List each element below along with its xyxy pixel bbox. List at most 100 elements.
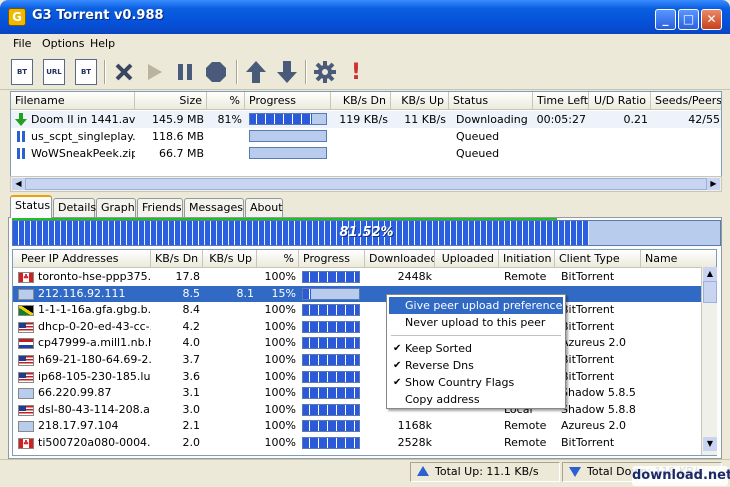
add-torrent-file-button[interactable]: BT xyxy=(8,58,36,86)
torrent-time-left: 00:05:27 xyxy=(536,113,586,126)
column-header[interactable]: KB/s Up xyxy=(203,250,257,268)
menu-options[interactable]: Options xyxy=(42,37,84,50)
column-header[interactable]: Progress xyxy=(299,250,365,268)
vertical-scrollbar[interactable]: ▲ ▼ xyxy=(701,267,717,455)
peer-dn-speed: 3.6 xyxy=(182,369,201,383)
peer-ip: 1-1-1-16a.gfa.gbg.b... xyxy=(38,303,151,317)
peer-percent: 100% xyxy=(264,270,296,283)
move-up-button[interactable] xyxy=(242,58,270,86)
torrent-size: 118.6 MB xyxy=(151,130,204,143)
add-torrent-url-button[interactable]: URL xyxy=(40,58,68,86)
menu-help[interactable]: Help xyxy=(90,37,115,50)
peer-row[interactable]: dhcp-0-20-ed-43-cc-... 4.2 100% BitTorrent xyxy=(13,319,703,335)
column-header[interactable]: Uploaded xyxy=(435,250,499,268)
scroll-thumb[interactable] xyxy=(25,178,707,190)
scroll-right-icon[interactable]: ▶ xyxy=(707,178,720,190)
info-button[interactable]: ! xyxy=(342,58,370,86)
torrent-filename: us_scpt_singleplay... xyxy=(31,130,135,143)
torrent-progress-bar xyxy=(249,130,327,142)
tab-status[interactable]: Status xyxy=(10,195,52,218)
pause-button[interactable] xyxy=(171,58,199,86)
tab-messages[interactable]: Messages xyxy=(184,198,244,217)
peer-up-speed xyxy=(203,385,257,401)
peer-progress-bar xyxy=(302,304,360,317)
scroll-thumb[interactable] xyxy=(703,281,717,303)
column-header[interactable]: % xyxy=(207,92,245,110)
peer-row[interactable]: h69-21-180-64.69-2... 3.7 100% BitTorrent xyxy=(13,352,703,368)
column-header[interactable]: Size xyxy=(135,92,207,110)
tab-details[interactable]: Details xyxy=(53,198,96,217)
peer-percent: 100% xyxy=(264,386,296,400)
peer-ip: 66.220.99.87 xyxy=(38,386,112,400)
column-header[interactable]: Time Left xyxy=(533,92,589,110)
column-header[interactable]: Downloaded xyxy=(365,250,435,268)
column-header[interactable]: Name xyxy=(641,250,716,268)
peer-row[interactable]: ip68-105-230-185.lu... 3.6 100% BitTorrent xyxy=(13,369,703,385)
context-menu-item[interactable]: ✔ Keep Sorted xyxy=(389,340,563,357)
torrent-row[interactable]: Doom II in 1441.avi 145.9 MB 81% 119 KB/s 11… xyxy=(11,111,721,128)
column-header[interactable]: Peer IP Addresses xyxy=(13,250,151,268)
peer-client-type: BitTorrent xyxy=(561,319,615,333)
maximize-button[interactable]: □ xyxy=(678,9,699,30)
peer-ip: dhcp-0-20-ed-43-cc-... xyxy=(38,319,151,333)
peer-percent: 100% xyxy=(264,369,296,383)
app-logo-icon: G xyxy=(8,8,26,26)
torrent-status: Downloading xyxy=(456,113,528,126)
overall-progress-text: 81.52% xyxy=(339,225,394,240)
context-menu-item[interactable]: ✔ Show Country Flags xyxy=(389,374,563,391)
add-torrent-url-icon: URL xyxy=(43,59,65,85)
tab-about[interactable]: About xyxy=(245,198,283,217)
start-button[interactable] xyxy=(140,58,168,86)
column-header[interactable]: U/D Ratio xyxy=(589,92,651,110)
window-title: G3 Torrent v0.988 xyxy=(32,8,164,23)
peer-row[interactable]: dsl-80-43-114-208.a... 3.0 100% Local Shadow… xyxy=(13,402,703,418)
column-header[interactable]: Client Type xyxy=(555,250,641,268)
peer-ip: 218.17.97.104 xyxy=(38,419,119,433)
scroll-down-icon[interactable]: ▼ xyxy=(703,437,717,451)
tab-friends[interactable]: Friends xyxy=(137,198,183,217)
column-header[interactable]: KB/s Dn xyxy=(151,250,203,268)
context-menu-item[interactable]: ✔ Reverse Dns xyxy=(389,357,563,374)
close-button[interactable]: ✕ xyxy=(701,9,722,30)
context-menu-item[interactable]: Never upload to this peer xyxy=(389,314,563,331)
remove-button[interactable] xyxy=(110,58,138,86)
column-header[interactable]: Filename xyxy=(11,92,135,110)
peer-initiation: Remote xyxy=(504,270,547,283)
peer-row[interactable]: 66.220.99.87 3.1 100% Shadow 5.8.5 xyxy=(13,385,703,401)
move-down-button[interactable] xyxy=(273,58,301,86)
column-header[interactable]: Seeds/Peers xyxy=(651,92,721,110)
checkmark-icon: ✔ xyxy=(393,343,402,354)
peer-row[interactable]: ♣ toronto-hse-ppp375... 17.8 100% 2448k Remot… xyxy=(13,269,703,285)
column-header[interactable]: % xyxy=(257,250,299,268)
column-header[interactable]: Progress xyxy=(245,92,331,110)
menu-file[interactable]: File xyxy=(13,37,31,50)
peer-row[interactable]: 212.116.92.111 8.5 8.1 15% xyxy=(13,285,703,302)
peer-row[interactable]: 218.17.97.104 2.1 100% 1168k Remote Azureus 2… xyxy=(13,418,703,434)
column-header[interactable]: KB/s Up xyxy=(391,92,449,110)
stop-button[interactable] xyxy=(202,58,230,86)
context-menu-item[interactable]: Give peer upload preference xyxy=(389,297,563,314)
title-bar[interactable]: G G3 Torrent v0.988 _ □ ✕ xyxy=(0,0,730,34)
horizontal-scrollbar[interactable]: ◀ ▶ xyxy=(10,176,722,192)
peer-client-type: BitTorrent xyxy=(561,353,615,366)
tab-graph[interactable]: Graph xyxy=(96,198,136,217)
torrent-row[interactable]: us_scpt_singleplay... 118.6 MB Queued xyxy=(11,128,721,145)
scroll-left-icon[interactable]: ◀ xyxy=(12,178,25,190)
minimize-button[interactable]: _ xyxy=(655,9,676,30)
menu-separator xyxy=(391,335,561,336)
scroll-up-icon[interactable]: ▲ xyxy=(703,267,717,281)
column-header[interactable]: Initiation xyxy=(499,250,555,268)
peer-row[interactable]: 1-1-1-16a.gfa.gbg.b... 8.4 100% BitTorrent xyxy=(13,302,703,318)
column-header[interactable]: KB/s Dn xyxy=(331,92,391,110)
context-menu-item[interactable]: Copy address xyxy=(389,391,563,408)
peer-row[interactable]: ♣ ti500720a080-0004... 2.0 100% 2528k Remote B… xyxy=(13,435,703,451)
torrent-row[interactable]: WoWSneakPeek.zip 66.7 MB Queued xyxy=(11,145,721,162)
peer-row[interactable]: cp47999-a.mill1.nb.h... 4.0 100% Azureus 2.… xyxy=(13,335,703,351)
column-header[interactable]: Status xyxy=(449,92,533,110)
torrent-size: 66.7 MB xyxy=(158,147,204,160)
peer-dn-speed: 8.4 xyxy=(182,303,201,317)
settings-button[interactable] xyxy=(311,58,339,86)
peer-client-type xyxy=(558,286,641,302)
make-torrent-button[interactable]: BT xyxy=(72,58,100,86)
peer-progress-fill xyxy=(303,438,359,448)
